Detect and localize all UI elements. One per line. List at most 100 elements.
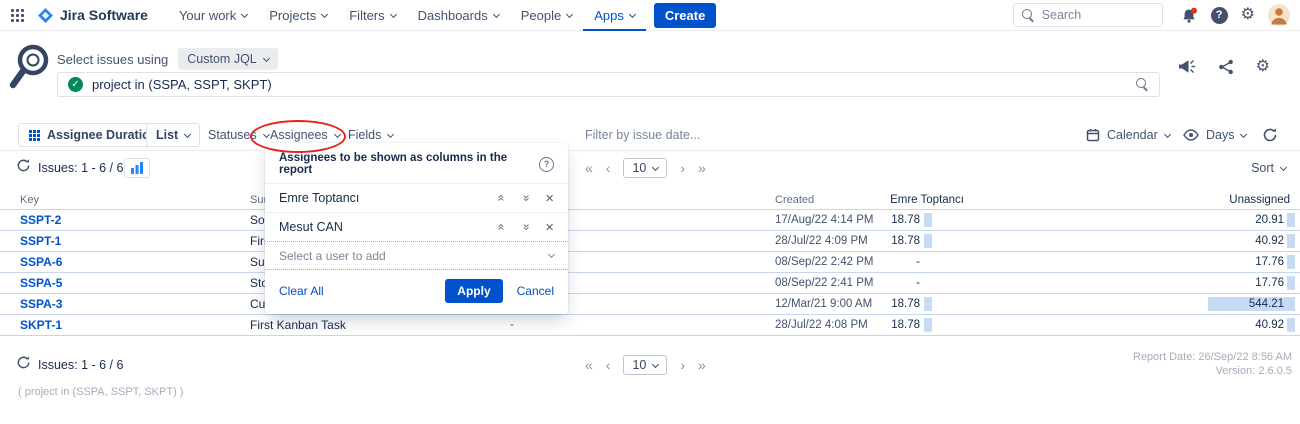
user-avatar[interactable]	[1268, 4, 1290, 26]
assignees-dropdown[interactable]: Assignees	[270, 128, 340, 142]
share-icon[interactable]	[1218, 59, 1234, 75]
jql-mode-select[interactable]: Custom JQL	[178, 48, 277, 70]
jql-search-icon[interactable]	[1136, 78, 1149, 91]
assignees-popup-footer: Clear All Apply Cancel	[265, 270, 568, 314]
issue-created-cell: 12/Mar/21 9:00 AM	[755, 298, 885, 310]
duration-cell-user1: 18.78	[885, 315, 970, 335]
top-navigation: Jira Software Your work Projects Filters…	[0, 0, 1300, 31]
page-size-select[interactable]: 10	[623, 158, 667, 178]
move-to-bottom-icon[interactable]: «	[519, 224, 531, 231]
duration-bar	[1287, 213, 1295, 227]
version-label: Version: 2.6.0.5	[1216, 365, 1292, 377]
notifications-bell-icon[interactable]	[1180, 7, 1198, 24]
sort-dropdown[interactable]: Sort	[1251, 161, 1286, 175]
duration-bar	[1287, 255, 1295, 269]
move-to-bottom-icon[interactable]: «	[519, 195, 531, 202]
nav-menu-projects[interactable]: Projects	[258, 0, 338, 31]
brand[interactable]: Jira Software	[37, 7, 148, 24]
issue-key-link[interactable]: SSPT-1	[0, 234, 230, 248]
next-page-button[interactable]: ›	[680, 358, 685, 372]
eye-icon	[1183, 129, 1199, 141]
create-button[interactable]: Create	[654, 3, 716, 28]
announcements-icon[interactable]	[1177, 58, 1196, 75]
days-dropdown[interactable]: Days	[1183, 128, 1246, 142]
move-to-top-icon[interactable]: «	[495, 224, 507, 231]
duration-cell-user1: 18.78	[885, 231, 970, 251]
duration-bar	[924, 213, 932, 227]
nav-menu-your-work[interactable]: Your work	[168, 0, 258, 31]
nav-menu-dashboards[interactable]: Dashboards	[407, 0, 510, 31]
issue-date-filter-input[interactable]	[585, 128, 805, 142]
chevron-down-icon	[652, 163, 659, 170]
reload-issues-icon[interactable]	[16, 158, 31, 178]
prev-page-button[interactable]: ‹	[606, 161, 611, 175]
search-icon	[1022, 9, 1035, 22]
cancel-link[interactable]: Cancel	[517, 284, 554, 298]
issue-key-link[interactable]: SSPA-5	[0, 276, 230, 290]
page-size-select[interactable]: 10	[623, 355, 667, 375]
next-page-button[interactable]: ›	[680, 161, 685, 175]
issues-count-label: Issues: 1 - 6 / 6	[38, 358, 123, 372]
first-page-button[interactable]: «	[585, 161, 593, 175]
issue-created-cell: 28/Jul/22 4:09 PM	[755, 235, 885, 247]
settings-gear-icon[interactable]: ⚙	[1241, 7, 1255, 23]
chevron-down-icon	[1240, 130, 1247, 137]
auto-refresh-toggle[interactable]	[1262, 127, 1278, 143]
apply-button[interactable]: Apply	[445, 279, 502, 303]
first-page-button[interactable]: «	[585, 358, 593, 372]
nav-menu-filters[interactable]: Filters	[338, 0, 406, 31]
remove-assignee-icon[interactable]: ×	[545, 220, 554, 235]
issue-key-link[interactable]: SKPT-1	[0, 318, 230, 332]
calendar-dropdown[interactable]: Calendar	[1086, 128, 1170, 142]
issues-bar-bottom: Issues: 1 - 6 / 6 « ‹ 10 › »	[0, 352, 1300, 378]
last-page-button[interactable]: »	[698, 358, 706, 372]
prev-page-button[interactable]: ‹	[606, 358, 611, 372]
report-date-label: Report Date: 26/Sep/22 8:56 AM	[1133, 351, 1292, 363]
view-select[interactable]: List	[146, 123, 200, 147]
chart-view-button[interactable]	[124, 158, 150, 178]
last-page-button[interactable]: »	[698, 161, 706, 175]
remove-assignee-icon[interactable]: ×	[545, 191, 554, 206]
help-icon[interactable]: ?	[1211, 7, 1228, 24]
table-header-row: Key Summary Created Emre Toptancı Unassi…	[0, 190, 1300, 210]
jql-query-input[interactable]: ✓ project in (SSPA, SSPT, SKPT)	[57, 72, 1160, 97]
issues-count-label: Issues: 1 - 6 / 6	[38, 161, 123, 175]
main-menu: Your work Projects Filters Dashboards Pe…	[168, 0, 646, 31]
duration-bar	[924, 234, 932, 248]
clear-all-link[interactable]: Clear All	[279, 284, 324, 298]
app-switcher-icon[interactable]	[10, 8, 25, 23]
issue-key-link[interactable]: SSPA-6	[0, 255, 230, 269]
statuses-dropdown[interactable]: Statuses	[208, 128, 269, 142]
global-search[interactable]	[1013, 3, 1163, 27]
issue-key-link[interactable]: SSPA-3	[0, 297, 230, 311]
add-user-select[interactable]: Select a user to add	[265, 241, 568, 270]
chevron-down-icon	[241, 10, 248, 17]
issue-key-link[interactable]: SSPT-2	[0, 213, 230, 227]
nav-menu-apps[interactable]: Apps	[583, 0, 646, 31]
assignee-row: Mesut CAN « « ×	[265, 212, 568, 241]
nav-right: ? ⚙	[1013, 3, 1290, 27]
duration-cell-user1: -	[885, 273, 970, 293]
duration-bar	[924, 297, 932, 311]
duration-cell-user1: 18.78	[885, 210, 970, 230]
table-row: SSPA-5 Sto 08/Sep/22 2:41 PM - 17.76	[0, 273, 1300, 294]
app-logo-magnifier-icon	[8, 42, 52, 92]
table-row: SSPT-2 Sor 17/Aug/22 4:14 PM 18.78 20.91	[0, 210, 1300, 231]
duration-cell-user2: 17.76	[970, 273, 1300, 293]
duration-bar	[1287, 318, 1295, 332]
assignee-row-controls: « « ×	[498, 191, 554, 206]
popup-help-icon[interactable]: ?	[539, 157, 554, 172]
fields-dropdown[interactable]: Fields	[348, 128, 393, 142]
report-settings-gear-icon[interactable]: ⚙	[1256, 59, 1270, 75]
issues-bar-top: Issues: 1 - 6 / 6 « ‹ 10 › » Sort	[0, 155, 1300, 181]
duration-bar	[924, 318, 932, 332]
assignee-row-controls: « « ×	[498, 220, 554, 235]
nav-menu-people[interactable]: People	[510, 0, 583, 31]
issue-created-cell: 17/Aug/22 4:14 PM	[755, 214, 885, 226]
table-row: SSPA-6 Sub 08/Sep/22 2:42 PM - 17.76	[0, 252, 1300, 273]
move-to-top-icon[interactable]: «	[495, 195, 507, 202]
column-header-user1: Emre Toptancı	[885, 190, 970, 209]
search-input[interactable]	[1042, 8, 1154, 22]
reload-issues-icon[interactable]	[16, 355, 31, 375]
issue-date-cell: -	[490, 319, 755, 331]
